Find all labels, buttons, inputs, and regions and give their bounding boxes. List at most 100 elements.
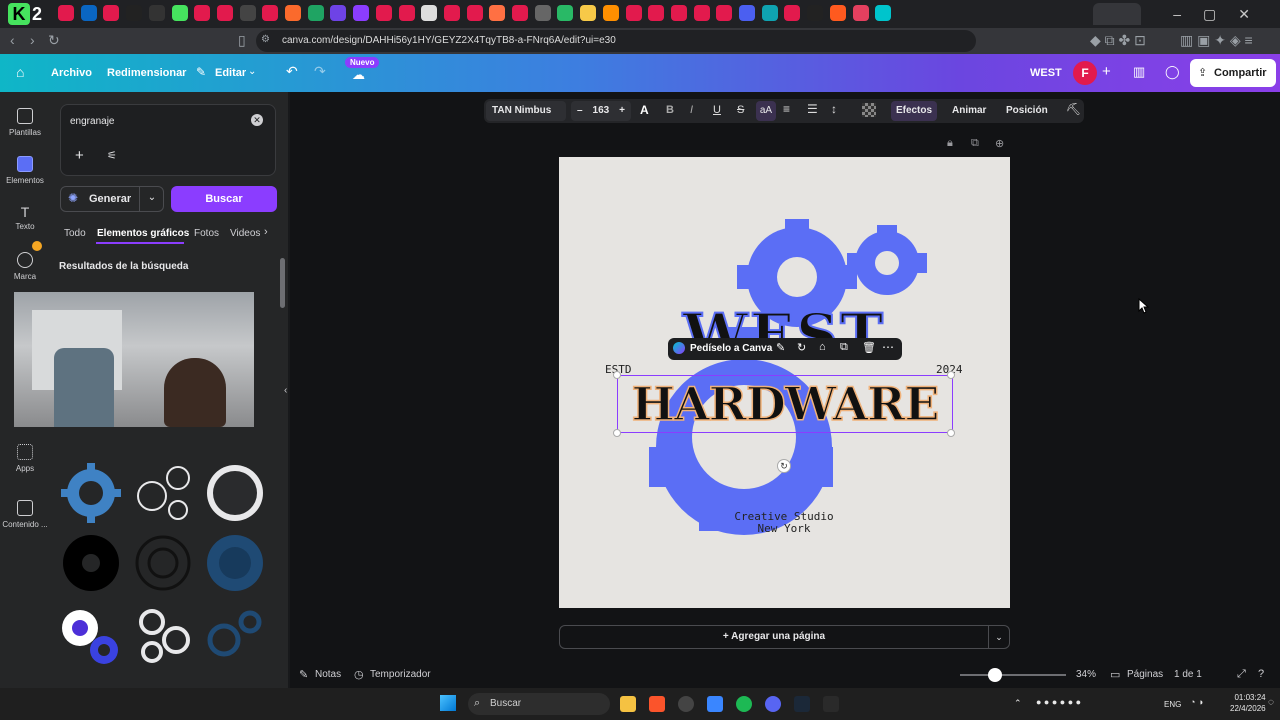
font-size-stepper[interactable]: –163 + (571, 101, 631, 121)
system-tray-icons[interactable]: ● ● ● ● ● ● (1036, 697, 1081, 707)
tab-favicon-icon[interactable] (761, 5, 778, 21)
fullscreen-icon[interactable]: ⤢ (1237, 668, 1246, 681)
collapse-panel-icon[interactable]: ‹ (284, 385, 287, 396)
tab-favicon-icon[interactable] (126, 5, 143, 21)
gear-result-8[interactable] (130, 602, 196, 668)
reload-icon[interactable]: ↻ (48, 32, 60, 49)
help-icon[interactable]: ? (1258, 668, 1264, 680)
rail-texto[interactable]: T Texto (0, 204, 50, 231)
tab-favicon-icon[interactable] (466, 5, 483, 21)
tab-favicon-icon[interactable] (421, 5, 438, 21)
word-hardware[interactable]: HARDWARE (619, 376, 951, 432)
discord-icon[interactable] (765, 696, 781, 712)
paint-format-icon[interactable]: ⛏ (1066, 102, 1081, 116)
forward-icon[interactable]: › (30, 32, 35, 48)
panel-scrollbar[interactable] (280, 258, 285, 308)
tab-favicon-icon[interactable] (353, 5, 370, 21)
rail-elementos[interactable]: Elementos (0, 156, 50, 185)
language-indicator[interactable]: ENG (1164, 700, 1181, 709)
tab-favicon-icon[interactable] (693, 5, 710, 21)
tab-favicon-icon[interactable] (262, 5, 279, 21)
resize-handle-tr[interactable] (947, 371, 955, 379)
spotify-icon[interactable] (736, 696, 752, 712)
add-icon[interactable]: + (75, 147, 84, 164)
tab-favicon-icon[interactable] (489, 5, 506, 21)
duplicate-page-icon[interactable]: ⧉ (971, 137, 979, 150)
insights-icon[interactable]: ▥ (1133, 64, 1145, 80)
gear-result-5[interactable] (130, 530, 196, 596)
spacing-icon[interactable]: ↕ (831, 102, 837, 116)
tab-elementos-graficos[interactable]: Elementos gráficos (97, 228, 189, 239)
notifications-icon[interactable]: ◌ (1268, 697, 1274, 708)
transparency-icon[interactable] (862, 103, 876, 117)
paginas-button[interactable]: Páginas (1127, 669, 1163, 680)
zoom-knob[interactable] (988, 668, 1002, 682)
tab-favicon-icon[interactable] (512, 5, 528, 21)
gear-result-9[interactable] (202, 602, 268, 668)
font-selector[interactable]: TAN Nimbus (486, 101, 566, 121)
tab-favicon-icon[interactable] (58, 5, 74, 21)
brave-icon[interactable] (649, 696, 665, 712)
tab-videos[interactable]: Videos (230, 228, 260, 239)
tab-favicon-icon[interactable] (216, 5, 233, 21)
add-page-dropdown-icon[interactable]: ⌄ (988, 625, 1010, 649)
filter-icon[interactable]: ⚟ (107, 149, 117, 162)
file-explorer-icon[interactable] (620, 696, 636, 712)
gear-result-6[interactable] (202, 530, 268, 596)
rail-apps[interactable]: Apps (0, 444, 50, 473)
steam-icon[interactable] (794, 696, 810, 712)
lock-icon[interactable]: ⌂ (819, 341, 826, 353)
align-icon[interactable]: ≡ (783, 102, 790, 116)
store-icon[interactable] (707, 696, 723, 712)
tab-favicon-icon[interactable] (670, 5, 687, 21)
gear-result-1[interactable] (58, 460, 124, 526)
tab-favicon-icon[interactable] (80, 5, 97, 21)
add-collaborator-icon[interactable]: + (1102, 63, 1111, 80)
bookmark-icon[interactable]: ▯ (238, 32, 246, 49)
rail-plantillas[interactable]: Plantillas (0, 108, 50, 137)
back-icon[interactable]: ‹ (10, 32, 15, 48)
tab-favicon-icon[interactable] (171, 5, 188, 21)
tab-favicon-icon[interactable] (375, 5, 392, 21)
comment-add-icon[interactable]: ↻ (797, 341, 806, 354)
taskbar-search[interactable]: Buscar (468, 693, 610, 715)
resize-handle-tl[interactable] (613, 371, 621, 379)
chevron-right-icon[interactable]: › (264, 226, 268, 238)
cloud-sync-icon[interactable]: ☁ (352, 67, 365, 83)
tab-favicon-icon[interactable] (398, 5, 415, 21)
buscar-button[interactable]: Buscar (171, 186, 277, 212)
comment-icon[interactable]: ◯ (1165, 64, 1180, 80)
resize-handle-bl[interactable] (613, 429, 621, 437)
undo-icon[interactable]: ↶ (286, 63, 298, 80)
rotate-icon[interactable]: ↻ (777, 459, 791, 473)
notas-button[interactable]: Notas (315, 669, 341, 680)
generar-dropdown-icon[interactable]: ⌄ (139, 186, 164, 212)
posicion-button[interactable]: Posición (1006, 105, 1048, 116)
tab-favicon-icon[interactable] (648, 5, 665, 21)
add-page-icon[interactable]: ⊕ (995, 137, 1004, 150)
tab-favicon-icon[interactable] (557, 5, 574, 21)
avatar[interactable]: F (1073, 61, 1097, 85)
browser-menu-icon[interactable]: ▥ ▣ ✦ ◈ ≡ (1180, 32, 1253, 49)
windows-start-icon[interactable] (440, 695, 456, 711)
efectos-button[interactable]: Efectos (891, 101, 937, 121)
rail-contenido[interactable]: Contenido ... (0, 500, 50, 529)
italic-icon[interactable]: I (690, 104, 693, 116)
tab-favicon-icon[interactable] (784, 5, 801, 21)
tab-favicon-icon[interactable] (534, 5, 551, 21)
tab-favicon-icon[interactable] (443, 5, 460, 21)
tab-favicon-icon[interactable] (625, 5, 642, 21)
tab-favicon-icon[interactable] (602, 5, 619, 21)
tray-chevron-icon[interactable]: ⌃ (1014, 698, 1022, 709)
underline-icon[interactable]: U (713, 104, 721, 116)
tab-favicon-icon[interactable] (285, 5, 301, 21)
tab-todo[interactable]: Todo (64, 228, 86, 239)
redo-icon[interactable]: ↷ (314, 63, 326, 80)
site-info-icon[interactable]: ⚙ (261, 34, 270, 45)
gear-result-2[interactable] (130, 460, 196, 526)
lock-page-icon[interactable]: 🔒︎ (947, 137, 953, 150)
tab-favicon-icon[interactable] (580, 5, 597, 21)
clock[interactable]: 01:03:24 22/4/2026 (1230, 692, 1266, 714)
home-icon[interactable]: ⌂ (16, 64, 24, 80)
tab-favicon-icon[interactable] (148, 5, 165, 21)
